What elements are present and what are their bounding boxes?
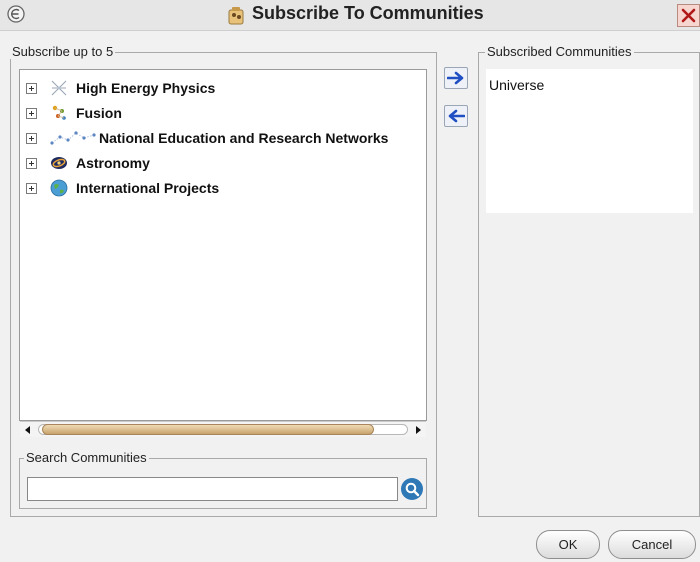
expand-icon[interactable]	[26, 183, 37, 194]
scroll-right-button[interactable]	[410, 423, 426, 437]
expand-icon[interactable]	[26, 108, 37, 119]
arrow-left-icon	[448, 109, 465, 123]
app-logo-icon	[7, 5, 25, 23]
network-icon	[50, 129, 96, 151]
tree-node-label: Fusion	[76, 105, 122, 121]
search-communities-group: Search Communities	[19, 450, 427, 509]
community-icon	[226, 6, 246, 26]
tree-node-astronomy[interactable]: Astronomy	[20, 153, 426, 175]
globe-icon	[50, 179, 68, 201]
expand-icon[interactable]	[26, 133, 37, 144]
tree-node-label: National Education and Research Networks	[99, 130, 389, 146]
subscribed-item-universe[interactable]: Universe	[489, 77, 544, 93]
expand-icon[interactable]	[26, 158, 37, 169]
expand-icon[interactable]	[26, 83, 37, 94]
title-bar: Subscribe To Communities	[0, 0, 700, 31]
triangle-left-icon	[25, 426, 30, 434]
tree-node-high-energy-physics[interactable]: High Energy Physics	[20, 78, 426, 100]
tree-node-national-education-research-networks[interactable]: National Education and Research Networks	[20, 128, 426, 150]
close-icon	[681, 8, 696, 23]
search-communities-legend: Search Communities	[24, 450, 149, 465]
tree-node-label: International Projects	[76, 180, 220, 196]
arrow-right-icon	[447, 71, 464, 85]
window-title: Subscribe To Communities	[252, 3, 484, 23]
scroll-thumb[interactable]	[42, 424, 374, 435]
search-input[interactable]	[27, 477, 398, 501]
close-button[interactable]	[677, 4, 700, 27]
available-communities-legend: Subscribe up to 5	[10, 44, 116, 59]
search-icon	[405, 482, 420, 497]
tree-node-fusion[interactable]: Fusion	[20, 103, 426, 125]
horizontal-scrollbar[interactable]	[20, 421, 426, 437]
fusion-icon	[50, 104, 68, 126]
tree-node-label: Astronomy	[76, 155, 150, 171]
subscribed-list[interactable]: Universe	[486, 69, 693, 213]
community-tree[interactable]: High Energy Physics Fusion National Educ…	[19, 69, 427, 421]
remove-subscription-button[interactable]	[444, 105, 468, 127]
galaxy-icon	[50, 154, 68, 176]
cancel-button[interactable]: Cancel	[608, 530, 696, 559]
triangle-right-icon	[416, 426, 421, 434]
tree-node-international-projects[interactable]: International Projects	[20, 178, 426, 200]
ok-button[interactable]: OK	[536, 530, 600, 559]
search-button[interactable]	[401, 478, 423, 500]
add-subscription-button[interactable]	[444, 67, 468, 89]
particle-collision-icon	[50, 79, 68, 101]
scroll-left-button[interactable]	[20, 423, 36, 437]
tree-node-label: High Energy Physics	[76, 80, 216, 96]
subscribed-communities-legend: Subscribed Communities	[485, 44, 634, 59]
